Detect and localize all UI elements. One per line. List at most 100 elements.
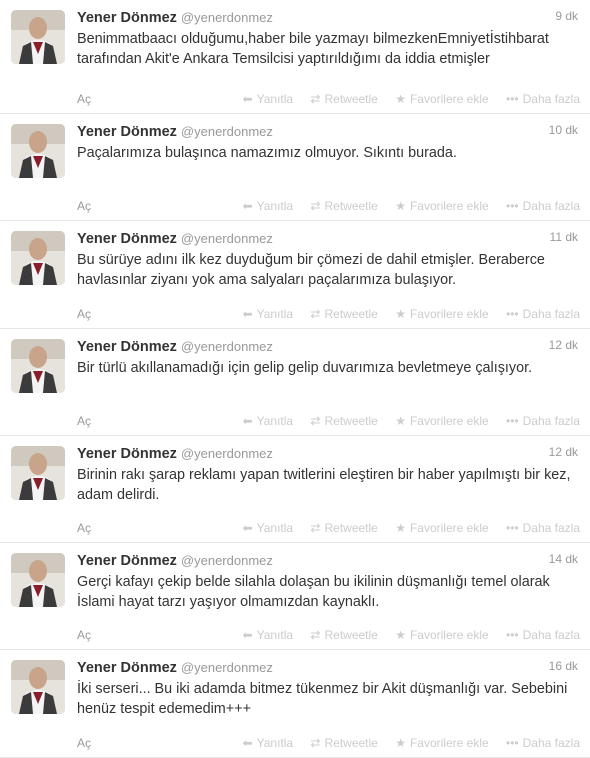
reply-label: Yanıtla — [256, 521, 294, 536]
tweet[interactable]: Yener Dönmez @yenerdonmez 9 dk Benimmatba… — [0, 0, 590, 114]
tweet[interactable]: Yener Dönmez @yenerdonmez 12 dk Bir türlü… — [0, 329, 590, 436]
reply-button[interactable]: ⬅ Yanıtla — [243, 627, 294, 643]
more-dots-icon: ••• — [506, 413, 519, 428]
favorite-button[interactable]: ★ Favorilere ekle — [395, 306, 488, 322]
retweet-button[interactable]: ⇄ Retweetle — [310, 413, 377, 429]
retweet-label: Retweetle — [324, 521, 378, 536]
favorite-button[interactable]: ★ Favorilere ekle — [395, 198, 488, 214]
reply-button[interactable]: ⬅ Yanıtla — [243, 306, 294, 322]
avatar[interactable] — [11, 445, 65, 500]
timestamp[interactable]: 9 dk — [555, 9, 578, 23]
timestamp[interactable]: 11 dk — [550, 230, 578, 244]
author-name[interactable]: Yener Dönmez — [77, 660, 177, 676]
tweet[interactable]: Yener Dönmez @yenerdonmez 16 dk İki serse… — [0, 650, 590, 758]
retweet-button[interactable]: ⇄ Retweetle — [310, 198, 377, 214]
favorite-button[interactable]: ★ Favorilere ekle — [395, 413, 488, 429]
timestamp[interactable]: 14 dk — [549, 552, 578, 566]
more-button[interactable]: ••• Daha fazla — [506, 306, 580, 322]
tweet-header: Yener Dönmez @yenerdonmez — [77, 8, 580, 28]
tweet-header: Yener Dönmez @yenerdonmez — [77, 658, 580, 678]
favorite-button[interactable]: ★ Favorilere ekle — [395, 91, 488, 107]
author-name[interactable]: Yener Dönmez — [77, 124, 177, 140]
retweet-icon: ⇄ — [310, 92, 321, 106]
timestamp[interactable]: 16 dk — [549, 659, 578, 673]
favorite-label: Favorilere ekle — [409, 735, 489, 750]
expand-link[interactable]: Aç — [77, 198, 91, 214]
more-dots-icon: ••• — [506, 199, 519, 214]
reply-button[interactable]: ⬅ Yanıtla — [243, 413, 294, 429]
author-handle[interactable]: @yenerdonmez — [181, 660, 273, 675]
avatar[interactable] — [11, 660, 65, 715]
author-name[interactable]: Yener Dönmez — [77, 231, 177, 247]
more-button[interactable]: ••• Daha fazla — [506, 627, 580, 643]
more-dots-icon: ••• — [506, 735, 519, 750]
retweet-button[interactable]: ⇄ Retweetle — [310, 91, 377, 107]
more-dots-icon: ••• — [506, 306, 519, 321]
author-handle[interactable]: @yenerdonmez — [181, 553, 273, 568]
more-label: Daha fazla — [522, 628, 580, 643]
author-name[interactable]: Yener Dönmez — [77, 446, 177, 462]
tweet-header: Yener Dönmez @yenerdonmez — [77, 229, 580, 249]
tweet-header: Yener Dönmez @yenerdonmez — [77, 444, 580, 464]
reply-button[interactable]: ⬅ Yanıtla — [243, 198, 294, 214]
reply-label: Yanıtla — [256, 92, 294, 106]
timestamp[interactable]: 10 dk — [549, 123, 578, 137]
tweet-actions: Aç ⬅ Yanıtla ⇄ Retweetle ★ Favorilere ekle … — [77, 735, 580, 751]
star-icon: ★ — [395, 92, 406, 106]
author-handle[interactable]: @yenerdonmez — [181, 124, 273, 139]
retweet-button[interactable]: ⇄ Retweetle — [310, 520, 377, 536]
expand-link[interactable]: Aç — [77, 91, 91, 107]
avatar[interactable] — [11, 124, 65, 178]
author-name[interactable]: Yener Dönmez — [77, 10, 177, 26]
more-button[interactable]: ••• Daha fazla — [506, 735, 580, 751]
author-name[interactable]: Yener Dönmez — [77, 553, 177, 569]
reply-button[interactable]: ⬅ Yanıtla — [243, 520, 294, 536]
favorite-button[interactable]: ★ Favorilere ekle — [395, 520, 488, 536]
tweet-text: Benimmatbaacı olduğumu,haber bile yazmay… — [77, 31, 549, 67]
tweet-actions: Aç ⬅ Yanıtla ⇄ Retweetle ★ Favorilere ekle … — [77, 520, 580, 536]
retweet-icon: ⇄ — [310, 735, 321, 750]
more-button[interactable]: ••• Daha fazla — [506, 520, 580, 536]
reply-label: Yanıtla — [256, 199, 294, 214]
favorite-label: Favorilere ekle — [409, 628, 489, 643]
author-handle[interactable]: @yenerdonmez — [181, 446, 273, 461]
tweet[interactable]: Yener Dönmez @yenerdonmez 12 dk Birinin r… — [0, 436, 590, 544]
expand-link[interactable]: Aç — [77, 306, 91, 322]
more-label: Daha fazla — [522, 521, 580, 536]
avatar[interactable] — [11, 10, 65, 64]
more-label: Daha fazla — [522, 735, 580, 750]
expand-link[interactable]: Aç — [77, 627, 91, 643]
favorite-label: Favorilere ekle — [409, 413, 489, 428]
timestamp[interactable]: 12 dk — [549, 445, 578, 459]
more-button[interactable]: ••• Daha fazla — [506, 198, 580, 214]
avatar[interactable] — [11, 231, 65, 286]
tweet[interactable]: Yener Dönmez @yenerdonmez 14 dk Gerçi kaf… — [0, 543, 590, 651]
tweet[interactable]: Yener Dönmez @yenerdonmez 11 dk Bu sürüye… — [0, 221, 590, 329]
retweet-button[interactable]: ⇄ Retweetle — [310, 735, 377, 751]
tweet[interactable]: Yener Dönmez @yenerdonmez 10 dk Paçalarım… — [0, 114, 590, 222]
reply-button[interactable]: ⬅ Yanıtla — [243, 91, 294, 107]
author-handle[interactable]: @yenerdonmez — [181, 231, 273, 246]
reply-button[interactable]: ⬅ Yanıtla — [243, 735, 294, 751]
favorite-button[interactable]: ★ Favorilere ekle — [395, 735, 488, 751]
author-handle[interactable]: @yenerdonmez — [181, 10, 273, 25]
expand-link[interactable]: Aç — [77, 413, 91, 429]
author-handle[interactable]: @yenerdonmez — [181, 339, 273, 354]
reply-icon: ⬅ — [242, 413, 253, 428]
tweet-text: Birinin rakı şarap reklamı yapan twitler… — [77, 466, 571, 503]
timestamp[interactable]: 12 dk — [549, 338, 578, 352]
expand-link[interactable]: Aç — [77, 520, 91, 536]
more-button[interactable]: ••• Daha fazla — [506, 91, 580, 107]
retweet-button[interactable]: ⇄ Retweetle — [310, 627, 377, 643]
more-button[interactable]: ••• Daha fazla — [506, 413, 580, 429]
expand-link[interactable]: Aç — [77, 735, 91, 751]
star-icon: ★ — [395, 735, 406, 750]
favorite-button[interactable]: ★ Favorilere ekle — [395, 627, 488, 643]
author-name[interactable]: Yener Dönmez — [77, 339, 177, 355]
tweet-actions: Aç ⬅ Yanıtla ⇄ Retweetle ★ Favorilere ekle … — [77, 306, 580, 322]
more-label: Daha fazla — [522, 413, 580, 428]
reply-icon: ⬅ — [242, 199, 253, 214]
avatar[interactable] — [11, 338, 65, 393]
avatar[interactable] — [11, 553, 65, 608]
retweet-button[interactable]: ⇄ Retweetle — [310, 306, 377, 322]
